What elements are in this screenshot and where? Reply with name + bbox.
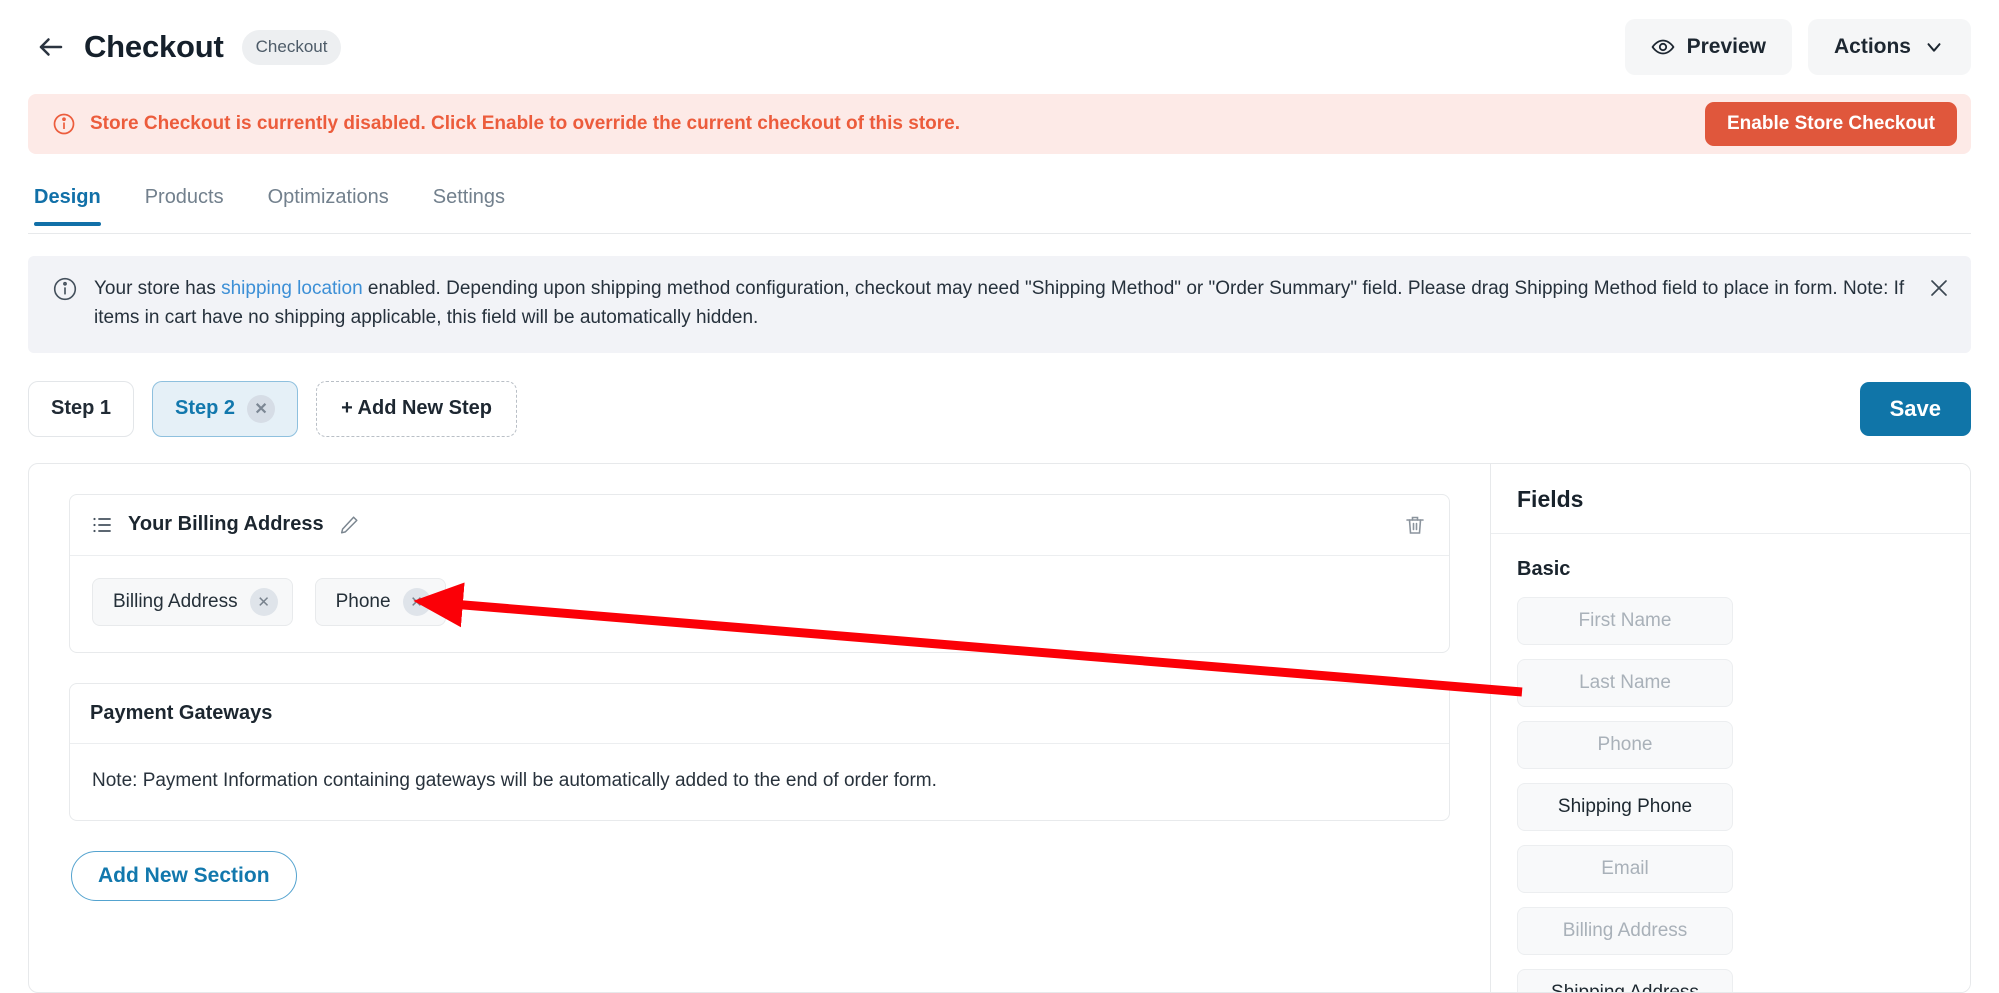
step-chip-1[interactable]: Step 1 [28,380,135,437]
payment-gateways-note: Note: Payment Information containing gat… [92,769,937,791]
fields-group-basic-title: Basic [1517,557,1571,580]
sidebar-field-shipping-phone[interactable]: Shipping Phone [1517,782,1733,831]
add-new-step-button[interactable]: + Add New Step [316,380,518,437]
section-billing-address: Your Billing Address Billing Address ✕ P… [69,493,1450,653]
notice-text: Your store has shipping location enabled… [94,274,1909,333]
builder-area: Your Billing Address Billing Address ✕ P… [28,462,1971,993]
save-button[interactable]: Save [1859,381,1971,436]
field-chip-phone-remove-icon[interactable]: ✕ [402,587,431,616]
sidebar-field-phone[interactable]: Phone [1517,720,1733,769]
tab-optimizations[interactable]: Optimizations [268,186,389,225]
chevron-down-icon [1923,36,1945,58]
payment-gateways-title: Payment Gateways [90,701,273,724]
step-chip-2-label: Step 2 [175,397,236,420]
list-drag-icon[interactable] [90,513,114,537]
step-chip-2[interactable]: Step 2 ✕ [152,380,299,437]
sidebar-field-billing-address[interactable]: Billing Address [1517,906,1733,955]
page-title: Checkout [84,29,224,64]
section-header: Your Billing Address [70,495,1449,556]
form-canvas: Your Billing Address Billing Address ✕ P… [29,464,1490,992]
trash-icon[interactable] [1403,513,1427,537]
section-title: Your Billing Address [128,513,324,536]
step-chip-2-remove-icon[interactable]: ✕ [247,394,276,423]
preview-button-label: Preview [1686,35,1766,58]
notice-text-after: enabled. Depending upon shipping method … [94,278,1905,329]
store-disabled-alert: Store Checkout is currently disabled. Cl… [28,94,1971,154]
shipping-location-link[interactable]: shipping location [221,278,363,299]
preview-button[interactable]: Preview [1624,19,1792,75]
arrow-left-icon[interactable] [34,30,68,64]
fields-sidebar-title: Fields [1491,464,1970,534]
fields-group-basic: Basic First Name Last Name Phone Shippin… [1491,534,1970,992]
field-chip-billing-address-remove-icon[interactable]: ✕ [249,587,278,616]
pencil-icon[interactable] [338,514,360,536]
tab-design[interactable]: Design [34,186,101,226]
section-fields: Billing Address ✕ Phone ✕ [70,556,1449,652]
section-payment-gateways: Payment Gateways Note: Payment Informati… [69,682,1450,821]
steps-row: Step 1 Step 2 ✕ + Add New Step Save [28,380,1971,437]
actions-button-label: Actions [1833,35,1911,58]
checkout-builder-page: Checkout Checkout Preview Actions Store … [0,0,1999,993]
step-chip-1-label: Step 1 [51,397,112,420]
info-circle-icon [52,276,78,307]
notice-text-before: Your store has [94,278,222,299]
field-chip-phone[interactable]: Phone ✕ [314,577,446,626]
add-new-section-button[interactable]: Add New Section [71,850,297,901]
field-chip-billing-address-label: Billing Address [113,590,238,612]
sidebar-field-email[interactable]: Email [1517,844,1733,893]
page-header: Checkout Checkout Preview Actions [0,0,1999,94]
payment-gateways-header: Payment Gateways [70,684,1449,744]
fields-sidebar: Fields Basic First Name Last Name Phone … [1490,463,1970,992]
fields-group-basic-list: First Name Last Name Phone Shipping Phon… [1517,596,1944,992]
sidebar-field-last-name[interactable]: Last Name [1517,658,1733,707]
field-chip-billing-address[interactable]: Billing Address ✕ [92,577,293,626]
status-badge: Checkout [241,29,342,65]
tab-products[interactable]: Products [145,186,224,225]
enable-store-checkout-button[interactable]: Enable Store Checkout [1705,102,1957,146]
actions-button[interactable]: Actions [1807,19,1971,75]
sidebar-field-shipping-address[interactable]: Shipping Address [1517,968,1733,992]
info-circle-icon [52,112,76,136]
sidebar-field-first-name[interactable]: First Name [1517,596,1733,645]
shipping-location-notice: Your store has shipping location enabled… [28,256,1971,353]
close-icon[interactable] [1927,276,1951,305]
field-chip-phone-label: Phone [335,590,391,612]
tab-settings[interactable]: Settings [433,186,505,225]
alert-message: Store Checkout is currently disabled. Cl… [90,113,960,134]
tab-bar: Design Products Optimizations Settings [28,186,1971,234]
eye-icon [1651,35,1675,59]
